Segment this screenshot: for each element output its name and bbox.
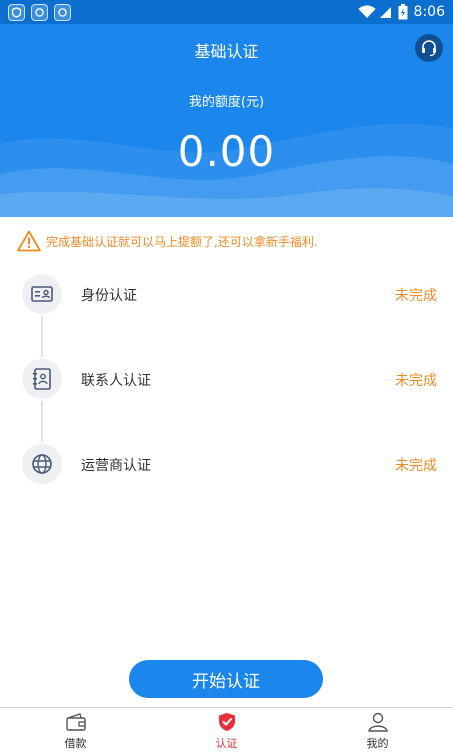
credit-label: 我的额度(元)	[188, 95, 265, 110]
step-contacts[interactable]: 联系人认证 未完成	[0, 357, 453, 401]
battery-icon	[398, 4, 408, 20]
step-identity[interactable]: 身份认证 未完成	[0, 272, 453, 316]
wifi-icon	[358, 5, 376, 18]
step-label: 联系人认证	[81, 373, 151, 389]
step-label: 身份认证	[81, 288, 137, 304]
warning-icon	[17, 230, 41, 252]
sync-notification-icon	[54, 4, 71, 21]
step-status: 未完成	[395, 458, 437, 474]
shield-notification-icon	[8, 4, 25, 21]
status-bar: 8:06	[0, 0, 453, 24]
globe-icon	[22, 444, 62, 484]
notice-text: 完成基础认证就可以马上提额了,还可以拿新手福利.	[46, 234, 318, 249]
signal-icon	[378, 5, 392, 19]
id-card-icon	[22, 274, 62, 314]
step-connector	[41, 316, 43, 357]
tab-mine[interactable]: 我的	[302, 708, 453, 755]
step-status: 未完成	[395, 288, 437, 304]
clock: 8:06	[413, 4, 445, 20]
tab-label: 认证	[215, 737, 238, 750]
step-carrier[interactable]: 运营商认证 未完成	[0, 442, 453, 486]
start-verification-button[interactable]: 开始认证	[129, 660, 323, 698]
notice-banner: 完成基础认证就可以马上提额了,还可以拿新手福利.	[17, 228, 318, 254]
step-connector	[41, 401, 43, 442]
sync-notification-icon	[31, 4, 48, 21]
wallet-icon	[65, 713, 86, 731]
shield-check-icon	[218, 713, 235, 731]
tab-label: 借款	[64, 737, 87, 750]
headset-icon	[422, 40, 436, 57]
tab-loan[interactable]: 借款	[0, 708, 151, 755]
contacts-book-icon	[22, 359, 62, 399]
step-label: 运营商认证	[81, 458, 151, 474]
user-icon	[367, 712, 388, 732]
page-title: 基础认证	[194, 42, 259, 61]
credit-amount: 0.00	[177, 127, 276, 176]
step-status: 未完成	[395, 373, 437, 389]
tab-verification[interactable]: 认证	[151, 708, 302, 755]
status-indicators: 8:06	[358, 3, 445, 21]
tab-label: 我的	[366, 737, 389, 750]
bottom-tab-bar: 借款 认证 我的	[0, 707, 453, 755]
customer-service-button[interactable]	[415, 34, 443, 62]
